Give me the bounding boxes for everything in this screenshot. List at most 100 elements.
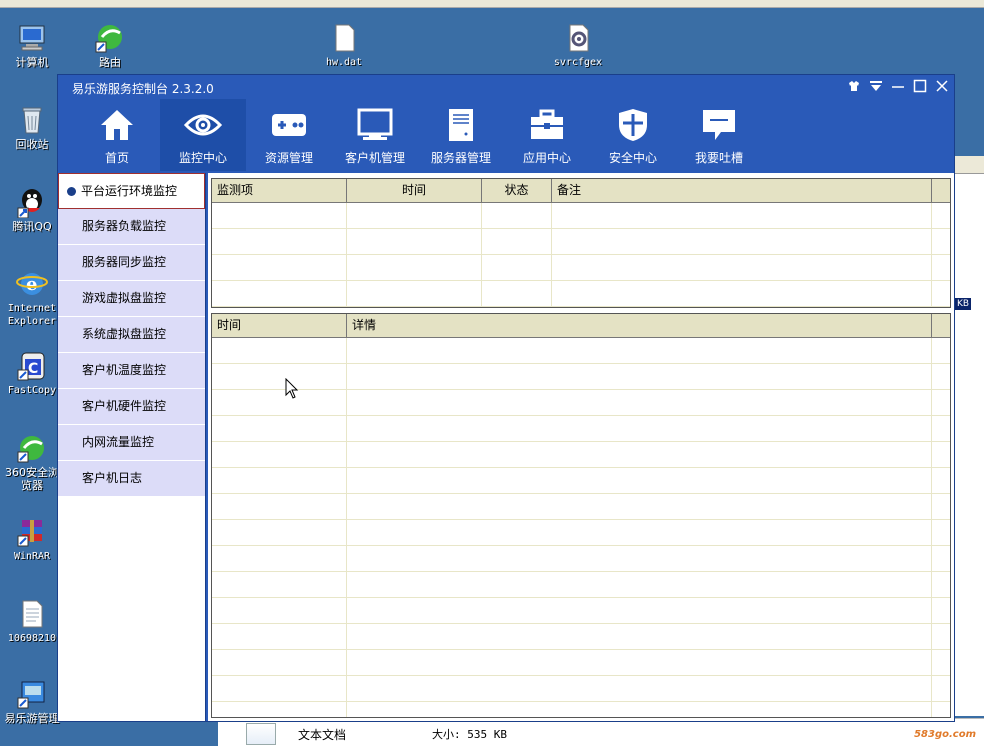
nav-app-center[interactable]: 应用中心 [504, 99, 590, 171]
side-item-label: 服务器同步监控 [82, 255, 167, 269]
top-nav: 首页 监控中心 资源管理 客户机管理 服务器管理 应用中心 安全中心 我要吐槽 [74, 99, 762, 171]
side-item-client-log[interactable]: 客户机日志 [58, 461, 205, 497]
table-row [212, 676, 950, 702]
table-row [212, 203, 950, 229]
nav-label: 监控中心 [178, 151, 227, 165]
side-item-client-hardware[interactable]: 客户机硬件监控 [58, 389, 205, 425]
nav-label: 资源管理 [264, 151, 313, 165]
skin-icon[interactable] [846, 78, 862, 94]
app-title: 易乐游服务控制台 2.3.2.0 [72, 82, 214, 96]
column-header[interactable]: 状态 [482, 179, 552, 202]
nav-security-center[interactable]: 安全中心 [590, 99, 676, 171]
side-item-system-vdisk[interactable]: 系统虚拟盘监控 [58, 317, 205, 353]
desktop-icon-label: WinRAR [13, 551, 51, 562]
nav-home[interactable]: 首页 [74, 99, 160, 171]
desktop-icon-recycle-bin[interactable]: 回收站 [0, 104, 64, 151]
360-browser-icon [16, 432, 48, 464]
side-item-label: 游戏虚拟盘监控 [82, 291, 167, 305]
column-header[interactable]: 详情 [347, 314, 932, 337]
side-item-platform-env[interactable]: 平台运行环境监控 [58, 173, 205, 209]
desktop-icon-label: 易乐游管理 [4, 712, 60, 725]
desktop-icon-text-file[interactable]: 10698210 [0, 598, 64, 645]
side-item-client-temp[interactable]: 客户机温度监控 [58, 353, 205, 389]
table-row [212, 338, 950, 364]
side-item-server-load[interactable]: 服务器负载监控 [58, 209, 205, 245]
minimize-icon[interactable] [890, 78, 906, 94]
speech-bubble-icon [699, 105, 739, 145]
side-item-label: 平台运行环境监控 [81, 184, 178, 198]
nav-monitor-center[interactable]: 监控中心 [160, 99, 246, 171]
nav-label: 我要吐槽 [694, 151, 743, 165]
table-row [212, 494, 950, 520]
selected-dot-icon [67, 187, 76, 196]
nav-feedback[interactable]: 我要吐槽 [676, 99, 762, 171]
table-row [212, 255, 950, 281]
column-header[interactable]: 监测项 [212, 179, 347, 202]
nav-label: 安全中心 [608, 151, 657, 165]
desktop-icon-label: svrcfgex [553, 57, 603, 68]
server-icon [441, 105, 481, 145]
nav-client-management[interactable]: 客户机管理 [332, 99, 418, 171]
side-item-label: 客户机硬件监控 [82, 399, 167, 413]
menu-dropdown-icon[interactable] [868, 78, 884, 94]
side-item-game-vdisk[interactable]: 游戏虚拟盘监控 [58, 281, 205, 317]
desktop-icon-360-browser[interactable]: 360安全浏览器 [0, 432, 64, 492]
table-row [212, 229, 950, 255]
shield-icon [613, 105, 653, 145]
desktop-icon-label: 10698210 [7, 633, 57, 644]
file-name: 文本文档 [298, 728, 347, 742]
eye-icon [183, 105, 223, 145]
table-row [212, 572, 950, 598]
table-row [212, 281, 950, 307]
table-row [212, 624, 950, 650]
nav-resource-management[interactable]: 资源管理 [246, 99, 332, 171]
side-item-label: 客户机日志 [82, 471, 143, 485]
config-file-icon [562, 22, 594, 54]
column-header[interactable]: 时间 [347, 179, 482, 202]
desktop-icon-winrar[interactable]: WinRAR [0, 516, 64, 563]
file-list-row[interactable]: 文本文档 大小: 535 KB 583go.com [218, 718, 984, 746]
nav-label: 首页 [104, 151, 129, 165]
desktop-icon-ie[interactable]: e Internet Explorer [0, 268, 64, 328]
table-row [212, 416, 950, 442]
close-icon[interactable] [934, 78, 950, 94]
side-item-lan-traffic[interactable]: 内网流量监控 [58, 425, 205, 461]
background-window-badge: KB [955, 298, 972, 310]
table-row [212, 364, 950, 390]
background-window: KB [954, 156, 984, 716]
watermark: 583go.com [914, 729, 976, 740]
background-window-titlebar [955, 156, 984, 174]
desktop-icon-fastcopy[interactable]: C FastCopy [0, 350, 64, 397]
desktop-icon-computer[interactable]: 计算机 [0, 22, 64, 69]
column-header[interactable]: 时间 [212, 314, 347, 337]
desktop-icon-label: hw.dat [325, 57, 363, 68]
table-row [212, 390, 950, 416]
home-icon [97, 105, 137, 145]
internet-explorer-icon: e [16, 268, 48, 300]
maximize-icon[interactable] [912, 78, 928, 94]
desktop-icon-label: 计算机 [15, 56, 49, 69]
nav-server-management[interactable]: 服务器管理 [418, 99, 504, 171]
desktop-icon-qq[interactable]: 腾讯QQ [0, 186, 64, 233]
column-header[interactable]: 备注 [552, 179, 932, 202]
text-document-icon [246, 723, 276, 745]
desktop-icon-hw-dat[interactable]: hw.dat [312, 22, 376, 69]
gamepad-icon [269, 105, 309, 145]
desktop-icon-label: 回收站 [15, 138, 49, 151]
log-table-body [212, 338, 950, 717]
desktop-icon-yileyou[interactable]: 易乐游管理 [0, 678, 64, 725]
app-window: 易乐游服务控制台 2.3.2.0 首页 监控中心 资源管理 客户机管理 服务器管… [57, 74, 955, 722]
log-table-header: 时间 详情 [212, 314, 950, 338]
recycle-bin-icon [16, 104, 48, 136]
table-row [212, 702, 950, 717]
desktop-icon-router[interactable]: 路由 [78, 22, 142, 69]
winrar-icon [16, 516, 48, 548]
side-item-server-sync[interactable]: 服务器同步监控 [58, 245, 205, 281]
side-item-label: 服务器负载监控 [82, 219, 167, 233]
table-row [212, 598, 950, 624]
side-menu: 平台运行环境监控 服务器负载监控 服务器同步监控 游戏虚拟盘监控 系统虚拟盘监控… [58, 173, 206, 721]
window-controls [846, 78, 950, 94]
table-row [212, 468, 950, 494]
yileyou-manager-icon [16, 678, 48, 710]
desktop-icon-svrcfgex[interactable]: svrcfgex [546, 22, 610, 69]
